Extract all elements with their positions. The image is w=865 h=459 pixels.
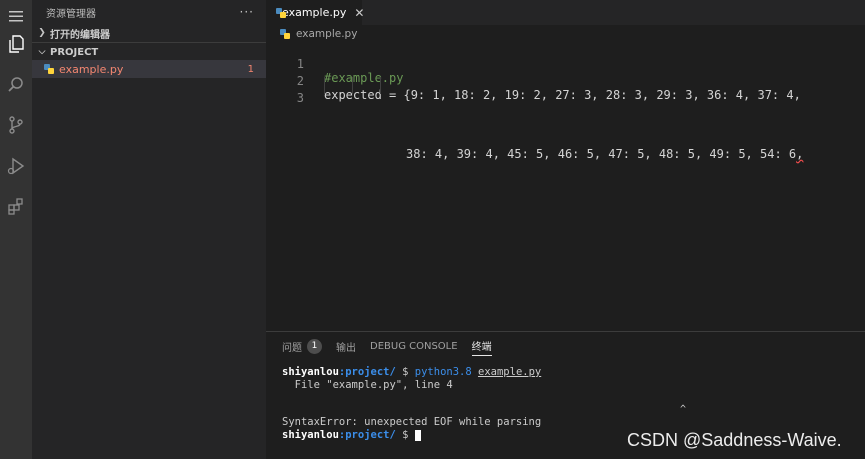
explorer-title: 资源管理器 bbox=[46, 8, 96, 20]
prompt-user: shiyanlou bbox=[282, 366, 339, 378]
files-icon[interactable] bbox=[0, 28, 32, 60]
open-editors-section[interactable]: ❯ 打开的编辑器 bbox=[32, 24, 266, 42]
watermark: CSDN @Saddness-Waive. bbox=[627, 430, 842, 450]
error-squiggle: , bbox=[796, 147, 804, 161]
tab-terminal[interactable]: 终端 bbox=[471, 338, 492, 356]
explorer-header: 资源管理器 ··· bbox=[32, 0, 266, 24]
terminal-prompt-line: shiyanlou:project/ $ bbox=[282, 429, 421, 442]
line-number: 3 bbox=[296, 91, 304, 105]
terminal-link[interactable]: example.py bbox=[478, 366, 541, 378]
tab-output-label: 输出 bbox=[336, 342, 356, 354]
breadcrumb-label: example.py bbox=[296, 28, 358, 40]
tab-label: example.py bbox=[282, 6, 347, 19]
prompt-user: shiyanlou bbox=[282, 429, 339, 441]
file-item-example-py[interactable]: example.py 1 bbox=[32, 60, 266, 78]
code-text-main: 38: 4, 39: 4, 45: 5, 46: 5, 47: 5, 48: 5… bbox=[406, 147, 797, 161]
tab-terminal-label: 终端 bbox=[471, 342, 492, 353]
code-text: 38: 4, 39: 4, 45: 5, 46: 5, 47: 5, 48: 5… bbox=[406, 147, 803, 161]
terminal-file-line: File "example.py", line 4 bbox=[282, 379, 453, 391]
indent-guide bbox=[324, 77, 325, 94]
tab-output[interactable]: 输出 bbox=[336, 339, 356, 356]
problems-count-badge: 1 bbox=[307, 338, 322, 354]
prompt-path: :project/ bbox=[338, 366, 396, 378]
source-control-icon[interactable] bbox=[0, 109, 32, 141]
indent-guide bbox=[380, 77, 381, 94]
tab-problems-label: 问题 bbox=[282, 342, 302, 354]
chevron-down-icon: ⌵ bbox=[38, 47, 46, 57]
tab-problems[interactable]: 问题 1 bbox=[282, 338, 322, 356]
terminal-error-line: SyntaxError: unexpected EOF while parsin… bbox=[282, 416, 542, 428]
chevron-right-icon: ❯ bbox=[38, 28, 46, 38]
code-line: 3 38: 4, 39: 4, 45: 5, 46: 5, 47: 5, 48:… bbox=[266, 77, 865, 161]
prompt-dollar: $ bbox=[395, 429, 415, 441]
code-line: 2 expected = {9: 1, 18: 2, 19: 2, 27: 3,… bbox=[266, 60, 865, 102]
editor-tab-bar: example.py ✕ bbox=[266, 0, 865, 25]
indent-guide bbox=[352, 77, 353, 94]
open-editors-label: 打开的编辑器 bbox=[50, 29, 110, 41]
tab-debug-console-label: DEBUG CONSOLE bbox=[370, 340, 458, 352]
project-section[interactable]: ⌵ PROJECT bbox=[32, 43, 266, 61]
terminal-command-line: shiyanlou:project/ $ python3.8 example.p… bbox=[282, 366, 541, 379]
problem-count-badge: 1 bbox=[247, 63, 254, 75]
code-editor[interactable]: 1 #example.py 2 expected = {9: 1, 18: 2,… bbox=[266, 43, 865, 331]
tab-example-py[interactable]: example.py ✕ bbox=[266, 0, 364, 25]
run-debug-icon[interactable] bbox=[0, 150, 32, 182]
project-label: PROJECT bbox=[50, 46, 99, 58]
prompt-dollar: $ bbox=[395, 366, 415, 378]
code-line: 1 #example.py bbox=[266, 43, 865, 85]
extensions-icon[interactable] bbox=[0, 190, 32, 222]
search-icon[interactable] bbox=[0, 69, 32, 101]
more-actions-button[interactable]: ··· bbox=[240, 5, 254, 19]
terminal-command: python3.8 bbox=[414, 366, 472, 378]
terminal-cursor bbox=[414, 429, 421, 441]
breadcrumb[interactable]: example.py bbox=[266, 25, 865, 43]
explorer-sidebar: 资源管理器 ··· ❯ 打开的编辑器 ⌵ PROJECT example.py … bbox=[32, 0, 266, 459]
python-file-icon bbox=[280, 29, 290, 39]
activity-bar bbox=[0, 0, 32, 459]
prompt-path: :project/ bbox=[338, 429, 396, 441]
close-icon[interactable]: ✕ bbox=[354, 6, 364, 20]
panel-tabs: 问题 1 输出 DEBUG CONSOLE 终端 bbox=[282, 338, 506, 356]
python-file-icon bbox=[44, 64, 54, 74]
error-caret: ^ bbox=[680, 404, 687, 415]
file-name: example.py bbox=[59, 62, 124, 76]
tab-debug-console[interactable]: DEBUG CONSOLE bbox=[370, 341, 458, 354]
